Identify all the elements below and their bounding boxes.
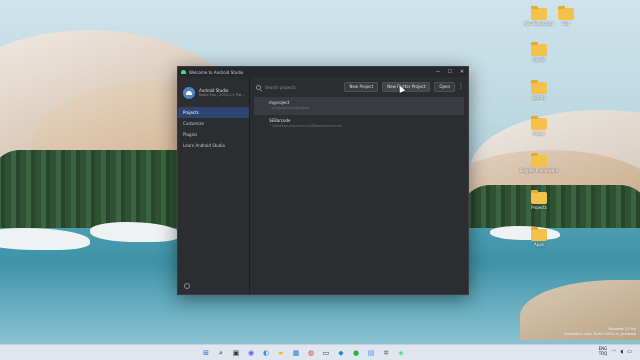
sidebar-item-learn[interactable]: Learn Android Studio (178, 140, 249, 151)
close-button[interactable]: ✕ (456, 67, 468, 77)
desktop-icon-folder[interactable]: Ext (546, 6, 586, 26)
notepad-icon[interactable]: ▤ (365, 347, 377, 359)
open-button[interactable]: Open (434, 82, 455, 92)
search-icon[interactable]: ⌕ (215, 347, 227, 359)
window-title: Welcome to Android Studio (189, 69, 244, 75)
desktop-icon-label: Apps (534, 242, 544, 247)
android-studio-icon[interactable]: ◈ (395, 347, 407, 359)
sidebar-item-customize[interactable]: Customize (178, 118, 249, 129)
taskbar: ⊞ ⌕ ▣ ◉ ◐ ▰ ▦ ◍ ▭ ◆ ● ▤ ✲ ◈ ENG TRQ ◠ ◖ ▭ (0, 344, 640, 360)
desktop-icon-label: Singleb Framework (519, 168, 559, 173)
volume-icon[interactable]: ◖ (621, 349, 624, 355)
start-icon[interactable]: ⊞ (200, 347, 212, 359)
desktop-icon-folder[interactable]: Kaleit (519, 116, 559, 136)
file-explorer-icon[interactable]: ▰ (275, 347, 287, 359)
desktop-icon-folder[interactable]: Apps (519, 227, 559, 247)
vscode-icon[interactable]: ◆ (335, 347, 347, 359)
settings-gear-icon[interactable] (184, 283, 190, 289)
watermark-line-2: Evaluation copy. Build 22631.ni_prelease (564, 332, 636, 336)
desktop-icon-label: RunW (533, 57, 545, 62)
project-item[interactable]: SEBarcode ~\Desktop\mauzzhaus\SEBarcodeA… (254, 115, 464, 133)
folder-icon (531, 116, 547, 130)
wifi-icon[interactable]: ◠ (612, 349, 616, 355)
folder-icon (558, 6, 574, 20)
more-options-icon[interactable]: ⋮ (458, 82, 464, 92)
window-titlebar[interactable]: Welcome to Android Studio — ☐ ✕ (178, 67, 468, 77)
app-info: Android Studio Koala Fea | 2024.1.1 Pat.… (178, 77, 249, 107)
projects-panel: New Project New Flutter Project Open ⋮ m… (250, 77, 468, 294)
project-item[interactable]: myproject ~\myproject\myproject (254, 97, 464, 115)
new-project-button[interactable]: New Project (344, 82, 379, 92)
sidebar-item-projects[interactable]: Projects (178, 107, 249, 118)
desktop-icon-label: Kaleit (533, 131, 545, 136)
folder-icon (531, 80, 547, 94)
taskbar-apps: ⊞ ⌕ ▣ ◉ ◐ ▰ ▦ ◍ ▭ ◆ ● ▤ ✲ ◈ (200, 347, 410, 359)
language-indicator[interactable]: ENG TRQ (598, 346, 608, 356)
desktop-icon-label: Library (532, 95, 546, 100)
keyboard-layout: TRQ (598, 350, 608, 356)
desktop-icon-folder[interactable]: RunW (519, 42, 559, 62)
terminal-icon[interactable]: ▭ (320, 347, 332, 359)
minimize-button[interactable]: — (432, 67, 444, 77)
desktop-icon-label: Projects (531, 205, 547, 210)
folder-icon (531, 227, 547, 241)
battery-icon[interactable]: ▭ (627, 349, 632, 355)
search-input[interactable] (265, 84, 341, 90)
folder-icon (531, 42, 547, 56)
app-version: Koala Fea | 2024.1.1 Pat... (199, 93, 245, 97)
chat-icon[interactable]: ◉ (245, 347, 257, 359)
folder-icon (531, 6, 547, 20)
store-icon[interactable]: ▦ (290, 347, 302, 359)
welcome-window: Welcome to Android Studio — ☐ ✕ Android … (177, 66, 469, 295)
desktop-icon-label: Ext (562, 21, 570, 26)
projects-toolbar: New Project New Flutter Project Open ⋮ (250, 77, 468, 97)
task-view-icon[interactable]: ▣ (230, 347, 242, 359)
sidebar: Android Studio Koala Fea | 2024.1.1 Pat.… (178, 77, 250, 294)
whatsapp-icon[interactable]: ● (350, 347, 362, 359)
project-path: ~\myproject\myproject (269, 106, 310, 110)
desktop-icon-folder[interactable]: Singleb Framework (519, 153, 559, 173)
folder-icon (531, 153, 547, 167)
project-path: ~\Desktop\mauzzhaus\SEBarcodeAndroid (269, 124, 343, 128)
new-flutter-project-button[interactable]: New Flutter Project (382, 82, 431, 92)
android-icon (181, 70, 186, 74)
maximize-button[interactable]: ☐ (444, 67, 456, 77)
desktop-icon-folder[interactable]: Library (519, 80, 559, 100)
search-icon (256, 84, 261, 90)
windows-watermark: Windows 11 Pro Evaluation copy. Build 22… (564, 327, 636, 337)
system-tray: ENG TRQ ◠ ◖ ▭ (598, 346, 636, 356)
folder-icon (531, 190, 547, 204)
sidebar-item-plugins[interactable]: Plugins (178, 129, 249, 140)
chrome-icon[interactable]: ◍ (305, 347, 317, 359)
desktop-icon-folder[interactable]: Projects (519, 190, 559, 210)
android-studio-logo-icon (183, 87, 195, 99)
edge-icon[interactable]: ◐ (260, 347, 272, 359)
settings-icon[interactable]: ✲ (380, 347, 392, 359)
